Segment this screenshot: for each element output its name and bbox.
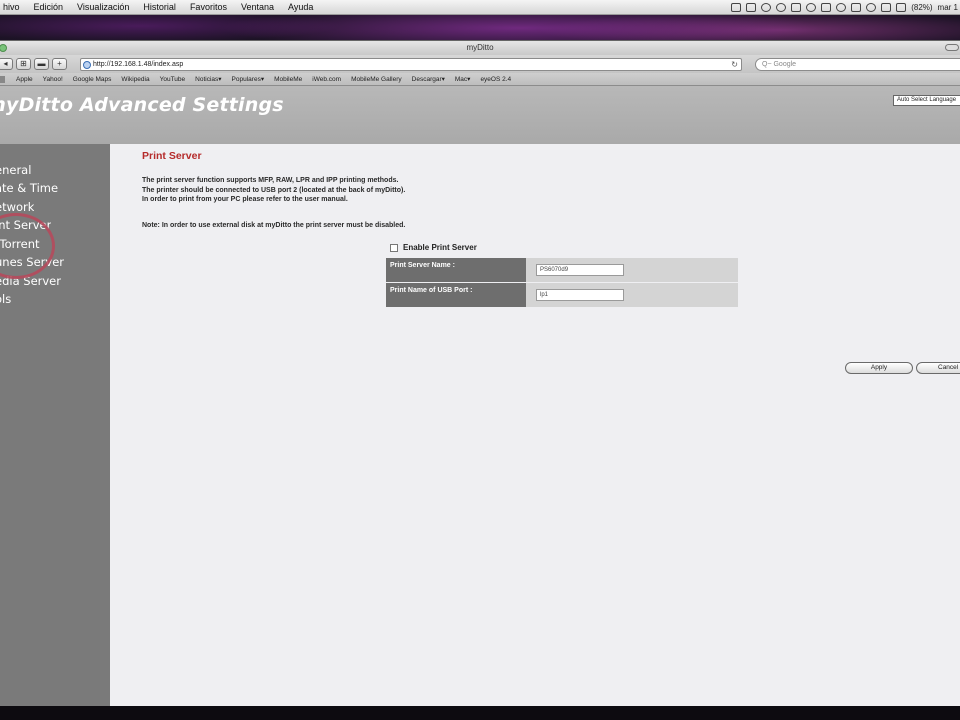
usb-port-name-input[interactable]: lp1 — [536, 289, 624, 301]
note-text: Note: In order to use external disk at m… — [142, 222, 406, 229]
language-select[interactable]: Auto Select Language — [893, 95, 960, 106]
sidebar-item-itunes-server[interactable]: unes Server — [0, 255, 64, 269]
bookmark-wikipedia[interactable]: Wikipedia — [121, 76, 149, 83]
sidebar-item-print-server[interactable]: int Server — [0, 218, 51, 232]
menu-visualizacion[interactable]: Visualización — [70, 2, 136, 12]
browser-toolbar: ◂ ⊞ ▬ + http://192.168.1.48/index.asp ↻ … — [0, 55, 960, 73]
cancel-button[interactable]: Cancel — [916, 362, 960, 374]
usb-port-name-label: Print Name of USB Port : — [386, 283, 526, 307]
search-input[interactable]: Q~ Google — [755, 58, 960, 71]
enable-print-server-row: Enable Print Server — [390, 243, 477, 252]
mail-icon[interactable] — [746, 3, 757, 12]
volume-icon[interactable] — [881, 3, 892, 12]
description-line: The printer should be connected to USB p… — [142, 186, 406, 194]
form-row-server-name: Print Server Name : PS6070d9 — [386, 258, 738, 282]
menu-list: hivo Edición Visualización Historial Fav… — [0, 2, 320, 12]
description-line: In order to print from your PC please re… — [142, 196, 348, 203]
bookmark-youtube[interactable]: YouTube — [160, 76, 186, 83]
bookmark-apple[interactable]: Apple — [16, 76, 33, 83]
dropbox-icon[interactable] — [776, 3, 787, 12]
main-content: Print Server The print server function s… — [142, 150, 960, 307]
wifi-icon[interactable] — [866, 3, 877, 12]
toolbar-toggle-icon[interactable] — [945, 44, 959, 51]
sidebar-item-general[interactable]: eneral — [0, 163, 31, 177]
bookmark-google-maps[interactable]: Google Maps — [73, 76, 112, 83]
sidebar-nav: eneral ate & Time etwork int Server tTor… — [0, 144, 110, 706]
back-button[interactable]: ◂ — [0, 58, 13, 70]
print-server-form: Print Server Name : PS6070d9 Print Name … — [386, 258, 738, 308]
window-title: myDitto — [466, 43, 494, 52]
sync-icon[interactable] — [761, 3, 772, 12]
section-title: Print Server — [142, 150, 202, 162]
bookmark-button[interactable]: ▬ — [34, 58, 49, 70]
forward-button[interactable]: ⊞ — [16, 58, 31, 70]
battery-percent: (82%) — [911, 3, 933, 12]
bookmark-iweb[interactable]: iWeb.com — [312, 76, 341, 83]
server-name-label: Print Server Name : — [386, 258, 526, 282]
clock-icon[interactable] — [836, 3, 847, 12]
status-area: (82%) mar 1 — [731, 0, 960, 15]
bluetooth-icon[interactable] — [851, 3, 862, 12]
display-icon[interactable] — [821, 3, 832, 12]
bookmark-mobileme[interactable]: MobileMe — [274, 76, 302, 83]
description: The print server function supports MFP, … — [142, 176, 405, 205]
bookmark-mobileme-gallery[interactable]: MobileMe Gallery — [351, 76, 402, 83]
sidebar-item-network[interactable]: etwork — [0, 200, 34, 214]
menu-ventana[interactable]: Ventana — [234, 2, 281, 12]
web-page: myDitto Advanced Settings Auto Select La… — [0, 86, 960, 706]
sidebar-item-tools[interactable]: ols — [0, 292, 11, 306]
menu-archivo[interactable]: hivo — [0, 2, 27, 12]
menubar-clock[interactable]: mar 1 — [938, 3, 958, 12]
sidebar-item-date-time[interactable]: ate & Time — [0, 181, 58, 195]
enable-print-server-label: Enable Print Server — [403, 243, 477, 252]
menu-ayuda[interactable]: Ayuda — [281, 2, 320, 12]
desktop-bottom-strip — [0, 706, 960, 720]
bookmark-noticias[interactable]: Noticias▾ — [195, 75, 221, 83]
page-header: myDitto Advanced Settings Auto Select La… — [0, 86, 960, 144]
chat-icon[interactable] — [791, 3, 802, 12]
bookmark-eyeos[interactable]: eyeOS 2.4 — [480, 76, 511, 83]
reload-icon[interactable]: ↻ — [731, 59, 738, 70]
server-name-input[interactable]: PS6070d9 — [536, 264, 624, 276]
url-text: http://192.168.1.48/index.asp — [93, 61, 184, 68]
browser-window: myDitto ◂ ⊞ ▬ + http://192.168.1.48/inde… — [0, 40, 960, 706]
bookmark-yahoo[interactable]: Yahoo! — [43, 76, 63, 83]
bookmarks-bar: Apple Yahoo! Google Maps Wikipedia YouTu… — [0, 73, 960, 86]
bookmark-descargar[interactable]: Descargar▾ — [412, 75, 445, 83]
battery-icon[interactable] — [896, 3, 907, 12]
camera-icon[interactable] — [731, 3, 742, 12]
bookmark-mac[interactable]: Mac▾ — [455, 75, 471, 83]
bookmarks-book-icon[interactable] — [0, 75, 5, 83]
menu-historial[interactable]: Historial — [136, 2, 183, 12]
globe-icon — [83, 61, 91, 69]
form-row-usb-port: Print Name of USB Port : lp1 — [386, 283, 738, 307]
enable-print-server-checkbox[interactable] — [390, 243, 398, 252]
menu-edicion[interactable]: Edición — [27, 2, 71, 12]
window-titlebar: myDitto — [0, 41, 960, 55]
zoom-window-icon[interactable] — [0, 44, 7, 52]
page-title: myDitto Advanced Settings — [0, 94, 284, 116]
address-bar[interactable]: http://192.168.1.48/index.asp ↻ — [80, 58, 742, 71]
pin-icon[interactable] — [806, 3, 817, 12]
sidebar-item-media-server[interactable]: edia Server — [0, 274, 61, 288]
sidebar-item-bittorrent[interactable]: tTorrent — [0, 237, 40, 251]
add-bookmark-button[interactable]: + — [52, 58, 67, 70]
description-line: The print server function supports MFP, … — [142, 177, 399, 184]
apply-button[interactable]: Apply — [845, 362, 913, 374]
menu-bar: hivo Edición Visualización Historial Fav… — [0, 0, 960, 15]
bookmark-populares[interactable]: Populares▾ — [232, 75, 265, 83]
menu-favoritos[interactable]: Favoritos — [183, 2, 234, 12]
